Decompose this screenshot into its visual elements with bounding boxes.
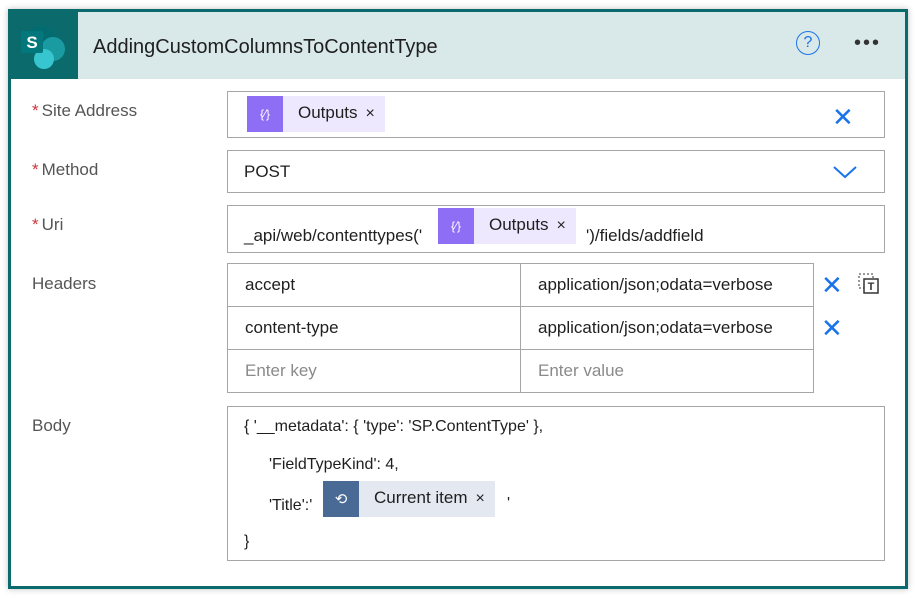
action-card: S AddingCustomColumnsToContentType ? •••… [8,9,908,589]
chevron-down-icon [833,166,857,179]
delete-row-icon[interactable]: ✕ [821,272,843,298]
outputs-token[interactable]: {∕} Outputs × [247,96,385,132]
site-address-input[interactable]: {∕} Outputs × ✕ [227,91,885,138]
sharepoint-logo-icon: S [11,12,78,79]
more-options-icon[interactable]: ••• [854,32,881,55]
header-key-input[interactable]: accept [227,263,521,307]
body-input[interactable]: { '__metadata': { 'type': 'SP.ContentTyp… [227,406,885,561]
expression-icon: {∕} [247,96,283,132]
site-address-label: * Site Address [32,101,138,120]
header-key-input[interactable]: Enter key [227,349,521,393]
uri-label: * Uri [32,215,64,234]
switch-to-text-mode-icon[interactable]: T [857,272,881,296]
loop-icon: ⟲ [323,481,359,517]
header-value-input[interactable]: Enter value [520,349,814,393]
header-value-input[interactable]: application/json;odata=verbose [520,263,814,307]
uri-input[interactable]: _api/web/contenttypes(' {∕} Outputs × ')… [227,205,885,253]
delete-row-icon[interactable]: ✕ [821,315,843,341]
method-label: * Method [32,160,99,179]
outputs-token[interactable]: {∕} Outputs × [438,208,576,244]
expression-icon: {∕} [438,208,474,244]
header-value-input[interactable]: application/json;odata=verbose [520,306,814,350]
remove-token-icon[interactable]: × [476,490,495,508]
action-title[interactable]: AddingCustomColumnsToContentType [93,36,438,59]
clear-icon[interactable]: ✕ [832,104,854,130]
header-key-input[interactable]: content-type [227,306,521,350]
svg-text:T: T [868,281,875,293]
headers-label: Headers [32,274,97,293]
body-label: Body [32,416,71,435]
svg-text:S: S [26,33,37,52]
remove-token-icon[interactable]: × [366,105,385,123]
method-dropdown[interactable]: POST [227,150,885,193]
remove-token-icon[interactable]: × [557,217,576,235]
current-item-token[interactable]: ⟲ Current item × [323,481,495,517]
help-icon[interactable]: ? [796,31,820,55]
card-header[interactable]: S AddingCustomColumnsToContentType ? ••• [11,12,905,79]
